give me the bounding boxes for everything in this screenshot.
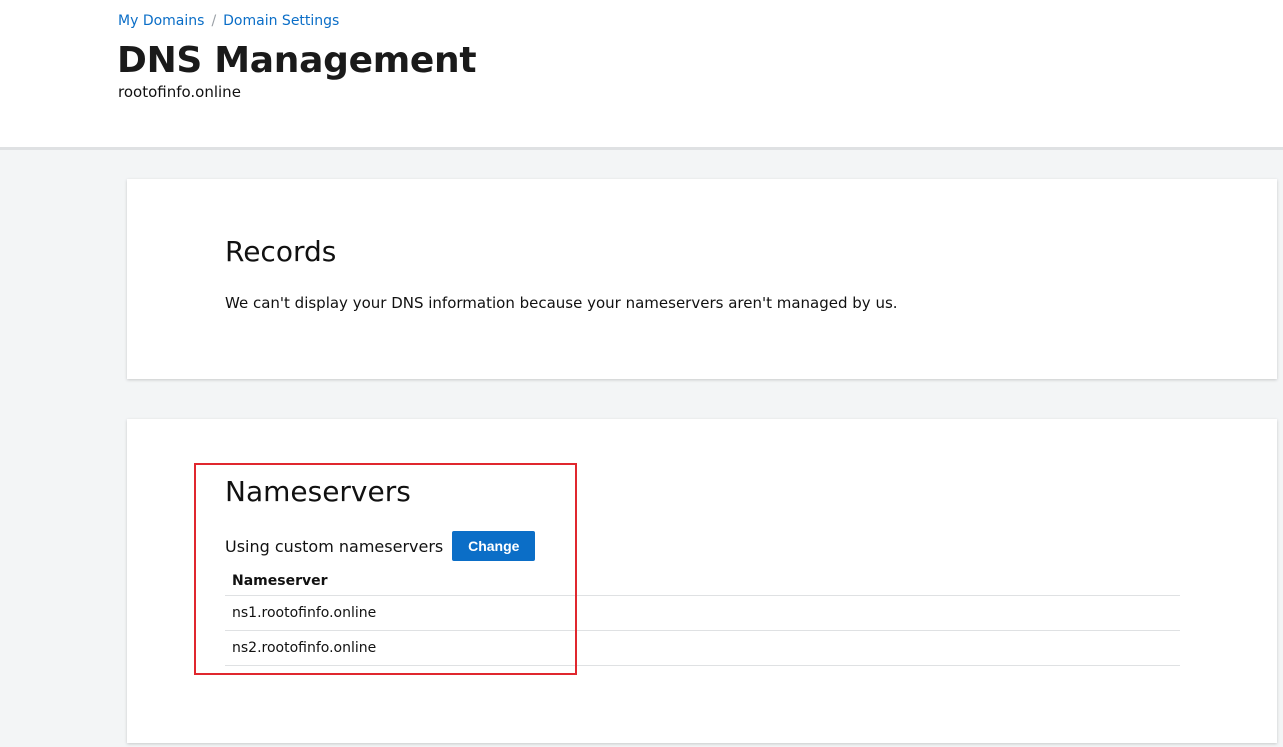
nameserver-table: Nameserver ns1.rootofinfo.online ns2.roo…: [225, 566, 1180, 666]
records-message: We can't display your DNS information be…: [225, 294, 898, 312]
page-header: My Domains / Domain Settings DNS Managem…: [0, 0, 1283, 150]
records-card: Records We can't display your DNS inform…: [127, 179, 1277, 379]
nameserver-column-header: Nameserver: [225, 566, 1180, 596]
breadcrumb-my-domains[interactable]: My Domains: [118, 13, 204, 29]
table-row: ns1.rootofinfo.online: [225, 596, 1180, 631]
breadcrumb: My Domains / Domain Settings: [118, 13, 339, 29]
records-title: Records: [225, 235, 337, 268]
breadcrumb-domain-settings[interactable]: Domain Settings: [223, 13, 339, 29]
table-row: ns2.rootofinfo.online: [225, 631, 1180, 666]
nameservers-card: Nameservers Using custom nameservers Cha…: [127, 419, 1277, 743]
nameservers-title: Nameservers: [225, 475, 411, 508]
page-title: DNS Management: [117, 40, 477, 81]
breadcrumb-separator: /: [211, 13, 217, 29]
nameserver-status: Using custom nameservers: [225, 536, 444, 556]
nameserver-status-row: Using custom nameservers Change: [225, 531, 536, 561]
change-nameservers-button[interactable]: Change: [452, 531, 536, 561]
domain-name: rootofinfo.online: [118, 83, 241, 101]
